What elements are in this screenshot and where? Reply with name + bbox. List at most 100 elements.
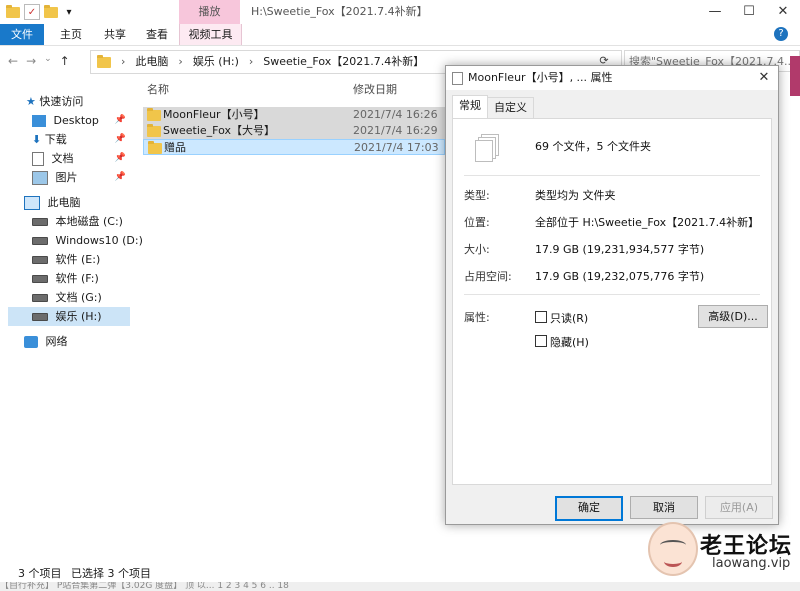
breadcrumb: › 此电脑 › 娱乐 (H:) › Sweetie_Fox【2021.7.4补新… <box>121 51 424 73</box>
computer-icon <box>24 196 40 210</box>
help-icon[interactable]: ? <box>774 27 788 41</box>
file-stack-icon <box>452 72 463 85</box>
background-window-strip: 【自行补充】 P站合集第二弹【3.02G 度盘】 顶 以... 1 2 3 4 … <box>0 582 800 591</box>
file-date: 2021/7/4 16:29 <box>353 124 438 137</box>
recent-locations-icon[interactable]: ⌄ <box>44 54 52 68</box>
breadcrumb-current-folder[interactable]: Sweetie_Fox【2021.7.4补新】 <box>263 51 424 73</box>
document-icon <box>32 152 44 166</box>
folder-icon <box>6 4 20 18</box>
network-icon <box>24 336 38 348</box>
dialog-close-icon[interactable]: ✕ <box>750 66 778 90</box>
attributes-label: 属性: <box>464 311 490 324</box>
type-label: 类型: <box>464 189 490 202</box>
watermark-url: laowang.vip <box>712 556 791 571</box>
picture-icon <box>32 171 48 185</box>
new-folder-icon[interactable] <box>44 4 58 18</box>
readonly-label[interactable]: 只读(R) <box>550 310 588 326</box>
sidebar-item-label: 本地磁盘 (C:) <box>55 215 123 228</box>
sidebar-item-label: 下载 <box>44 133 67 146</box>
type-value: 类型均为 文件夹 <box>535 189 616 202</box>
sidebar-item-label: 此电脑 <box>47 196 81 209</box>
properties-icon[interactable]: ✓ <box>24 4 40 20</box>
sidebar-item-this-pc[interactable]: 此电脑 <box>24 193 130 212</box>
close-button[interactable]: ✕ <box>766 0 800 24</box>
dialog-title: MoonFleur【小号】, ... 属性 <box>468 71 613 84</box>
minimize-button[interactable]: — <box>698 0 732 24</box>
sidebar-item-drive-f[interactable]: 软件 (F:) <box>32 269 130 288</box>
folder-icon <box>148 141 162 154</box>
cancel-button[interactable]: 取消 <box>630 496 698 519</box>
size-value: 17.9 GB (19,231,934,577 字节) <box>535 243 705 256</box>
sidebar-item-label: 文档 <box>51 152 74 165</box>
sidebar-item-desktop[interactable]: Desktop 📌 <box>32 111 130 130</box>
file-row[interactable]: MoonFleur【小号】 2021/7/4 16:26 <box>143 107 445 123</box>
sidebar-item-downloads[interactable]: ⬇ 下载 📌 <box>32 130 130 149</box>
location-label: 位置: <box>464 216 490 229</box>
forward-icon[interactable]: → <box>26 54 36 68</box>
sidebar-item-label: Windows10 (D:) <box>55 234 143 247</box>
file-row[interactable]: 赠品 2021/7/4 17:03 <box>143 139 445 155</box>
sidebar-item-drive-g[interactable]: 文档 (G:) <box>32 288 130 307</box>
breadcrumb-this-pc[interactable]: 此电脑 <box>135 51 168 73</box>
sidebar-item-pictures[interactable]: 图片 📌 <box>32 168 130 187</box>
column-header-name[interactable]: 名称 <box>147 80 169 100</box>
file-name: MoonFleur【小号】 <box>163 108 265 121</box>
column-headers: 名称 修改日期 <box>143 80 492 100</box>
chevron-right-icon: › <box>121 55 126 68</box>
folder-icon <box>147 108 161 121</box>
sidebar-item-quick-access[interactable]: ★ 快速访问 <box>26 92 148 111</box>
context-tab-title: 播放 <box>179 0 240 24</box>
tab-view[interactable]: 查看 <box>138 24 176 45</box>
sidebar-item-label: Desktop <box>53 114 99 127</box>
sidebar-item-label: 文档 (G:) <box>55 291 102 304</box>
dialog-panel: 69 个文件，5 个文件夹 类型: 类型均为 文件夹 位置: 全部位于 H:\S… <box>452 118 772 485</box>
tab-share[interactable]: 共享 <box>96 24 134 45</box>
pin-icon: 📌 <box>114 153 126 163</box>
pin-icon: 📌 <box>114 115 126 125</box>
back-icon[interactable]: ← <box>8 54 18 68</box>
sidebar-item-drive-d[interactable]: Windows10 (D:) <box>32 231 143 250</box>
hidden-label[interactable]: 隐藏(H) <box>550 334 589 350</box>
ok-button[interactable]: 确定 <box>555 496 623 521</box>
chevron-right-icon: › <box>178 55 183 68</box>
download-icon: ⬇ <box>32 133 42 146</box>
tab-file[interactable]: 文件 <box>0 24 44 45</box>
sidebar-item-drive-h[interactable]: 娱乐 (H:) <box>8 307 130 326</box>
sidebar-item-network[interactable]: 网络 <box>24 332 130 351</box>
summary-text: 69 个文件，5 个文件夹 <box>535 140 651 153</box>
item-count: 3 个项目 <box>18 567 62 580</box>
tab-video-tools[interactable]: 视频工具 <box>179 24 242 45</box>
hidden-checkbox[interactable] <box>535 335 547 347</box>
file-name: Sweetie_Fox【大号】 <box>163 124 275 137</box>
sidebar-item-drive-c[interactable]: 本地磁盘 (C:) <box>32 212 130 231</box>
tab-home[interactable]: 主页 <box>52 24 90 45</box>
mascot-logo-icon <box>648 522 698 576</box>
apply-button[interactable]: 应用(A) <box>705 496 773 519</box>
window-titlebar: ✓ ▾ 播放 H:\Sweetie_Fox【2021.7.4补新】 — ☐ ✕ <box>0 0 800 24</box>
sidebar-item-label: 软件 (F:) <box>55 272 99 285</box>
tab-general[interactable]: 常规 <box>452 95 488 119</box>
drive-icon <box>32 275 48 283</box>
dialog-titlebar: MoonFleur【小号】, ... 属性 ✕ <box>446 66 778 90</box>
pin-icon: 📌 <box>114 134 126 144</box>
drive-icon <box>32 218 48 226</box>
location-value: 全部位于 H:\Sweetie_Fox【2021.7.4补新】 <box>535 216 760 229</box>
drive-icon <box>32 256 48 264</box>
sidebar-item-drive-e[interactable]: 软件 (E:) <box>32 250 130 269</box>
sidebar-item-label: 网络 <box>45 335 68 348</box>
file-row[interactable]: Sweetie_Fox【大号】 2021/7/4 16:29 <box>143 123 445 139</box>
star-icon: ★ <box>26 95 36 108</box>
column-header-date[interactable]: 修改日期 <box>353 80 397 100</box>
up-icon[interactable]: ↑ <box>60 54 70 68</box>
maximize-button[interactable]: ☐ <box>732 0 766 24</box>
background-window-edge <box>790 56 800 96</box>
readonly-checkbox[interactable] <box>535 311 547 323</box>
sidebar-item-documents[interactable]: 文档 📌 <box>32 149 130 168</box>
advanced-button[interactable]: 高级(D)... <box>698 305 768 328</box>
breadcrumb-drive-h[interactable]: 娱乐 (H:) <box>193 51 239 73</box>
drive-icon <box>32 237 48 245</box>
window-controls: — ☐ ✕ <box>698 0 800 24</box>
qat-dropdown-icon[interactable]: ▾ <box>62 5 76 19</box>
tab-custom[interactable]: 自定义 <box>487 97 534 118</box>
window-title: H:\Sweetie_Fox【2021.7.4补新】 <box>251 5 428 18</box>
